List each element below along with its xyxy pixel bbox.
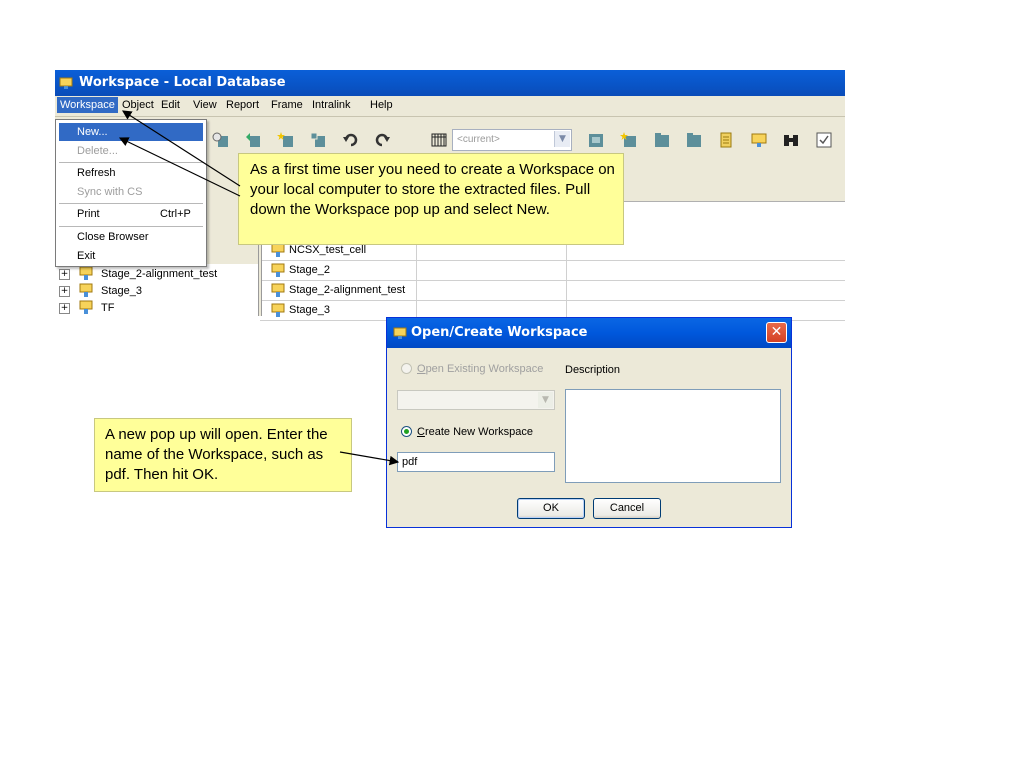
folder-icon[interactable] — [685, 131, 703, 149]
checkout-object-icon[interactable] — [309, 131, 327, 149]
rename-object-icon[interactable] — [244, 131, 262, 149]
expand-icon[interactable]: + — [59, 269, 70, 280]
table-row[interactable]: Stage_2-alignment_test — [260, 281, 845, 301]
row-label: Stage_3 — [289, 304, 330, 316]
menu-report[interactable]: Report — [224, 99, 261, 111]
workspace-combo[interactable]: <current> ▼ — [452, 129, 572, 151]
tree-node[interactable]: + TF — [55, 300, 255, 317]
open-existing-label: Open Existing Workspace — [417, 363, 544, 375]
expand-icon[interactable]: + — [59, 303, 70, 314]
menu-frame[interactable]: Frame — [269, 99, 305, 111]
row-label: Stage_2 — [289, 264, 330, 276]
description-textarea[interactable] — [565, 389, 781, 483]
workspace-icon — [79, 300, 93, 314]
close-icon[interactable]: ✕ — [766, 322, 787, 343]
menu-separator — [59, 203, 203, 204]
open-existing-radio[interactable] — [401, 363, 412, 374]
workspace-icon — [271, 303, 285, 317]
open-create-workspace-dialog: Open/Create Workspace ✕ Open Existing Wo… — [386, 317, 792, 528]
tree-node-label: TF — [101, 302, 115, 314]
callout-create-workspace: As a first time user you need to create … — [238, 153, 624, 245]
table-row[interactable]: Stage_2 — [260, 261, 845, 281]
binoculars-icon[interactable] — [782, 131, 800, 149]
menu-edit[interactable]: Edit — [159, 99, 182, 111]
info-object-icon[interactable] — [212, 131, 230, 149]
workspace-icon — [271, 283, 285, 297]
undo-icon[interactable] — [342, 131, 360, 149]
menu-help[interactable]: Help — [368, 99, 395, 111]
menu-item-close-browser[interactable]: Close Browser — [59, 228, 203, 246]
expand-icon[interactable]: + — [59, 286, 70, 297]
workspace-icon — [271, 243, 285, 257]
combo-value: <current> — [457, 134, 500, 145]
description-label: Description — [565, 364, 621, 376]
menu-item-new[interactable]: New... — [59, 123, 203, 141]
tree-node-label: Stage_2-alignment_test — [101, 268, 218, 280]
chevron-down-icon[interactable]: ▼ — [538, 392, 553, 408]
workspace-app-icon — [59, 77, 73, 89]
row-label: NCSX_test_cell — [289, 244, 367, 256]
workspace-menu-dropdown: New... Delete... Refresh Sync with CS Pr… — [55, 119, 207, 267]
menu-item-delete[interactable]: Delete... — [59, 142, 203, 160]
checklist-icon[interactable] — [815, 131, 833, 149]
create-new-radio[interactable] — [401, 426, 412, 437]
callout-text: As a first time user you need to create … — [250, 161, 615, 218]
callout-enter-name: A new pop up will open. Enter the name o… — [94, 418, 352, 492]
window-title: Workspace - Local Database — [79, 75, 286, 90]
menu-bar: Workspace Object Edit View Report Frame … — [55, 96, 845, 117]
window-titlebar[interactable]: Workspace - Local Database — [55, 70, 845, 96]
menu-object[interactable]: Object — [120, 99, 156, 111]
menu-separator — [59, 226, 203, 227]
dialog-titlebar[interactable]: Open/Create Workspace ✕ — [387, 318, 791, 348]
workspace-icon[interactable] — [750, 131, 768, 149]
new-folder-icon[interactable] — [620, 131, 638, 149]
grid-left-divider — [258, 240, 262, 316]
dialog-title: Open/Create Workspace — [411, 325, 588, 340]
menu-workspace[interactable]: Workspace — [57, 97, 118, 113]
ok-button[interactable]: OK — [517, 498, 585, 519]
workspace-tree: + Stage_2-alignment_test + Stage_3 + TF — [55, 264, 258, 316]
existing-workspace-select[interactable]: ▼ — [397, 390, 555, 410]
tree-node[interactable]: + Stage_3 — [55, 283, 255, 300]
menu-view[interactable]: View — [191, 99, 219, 111]
workspace-icon — [271, 263, 285, 277]
callout-text: A new pop up will open. Enter the name o… — [105, 426, 328, 483]
row-label: Stage_2-alignment_test — [289, 284, 406, 296]
menu-item-refresh[interactable]: Refresh — [59, 164, 203, 182]
create-new-label: Create New Workspace — [417, 426, 533, 438]
browse-folder-icon[interactable] — [653, 131, 671, 149]
cancel-button[interactable]: Cancel — [593, 498, 661, 519]
table-view-icon[interactable] — [430, 131, 448, 149]
chevron-down-icon[interactable]: ▼ — [554, 131, 570, 147]
document-icon[interactable] — [717, 131, 735, 149]
redo-icon[interactable] — [373, 131, 391, 149]
menu-separator — [59, 162, 203, 163]
workspace-app-icon — [393, 327, 407, 339]
menu-intralink[interactable]: Intralink — [310, 99, 353, 111]
new-object-icon[interactable] — [277, 131, 295, 149]
tree-node-label: Stage_3 — [101, 285, 142, 297]
tree-node[interactable]: + Stage_2-alignment_test — [55, 266, 255, 283]
object-grid-rows: NCSX_test_cell Stage_2 Stage_2-alignment… — [260, 240, 845, 321]
menu-item-print[interactable]: Print Ctrl+P — [59, 205, 203, 223]
workspace-name-input[interactable]: pdf — [397, 452, 555, 472]
menu-item-sync-with-cs[interactable]: Sync with CS — [59, 183, 203, 201]
workspace-icon — [79, 266, 93, 280]
object-list-icon[interactable] — [587, 131, 605, 149]
menu-item-exit[interactable]: Exit — [59, 247, 203, 265]
workspace-icon — [79, 283, 93, 297]
